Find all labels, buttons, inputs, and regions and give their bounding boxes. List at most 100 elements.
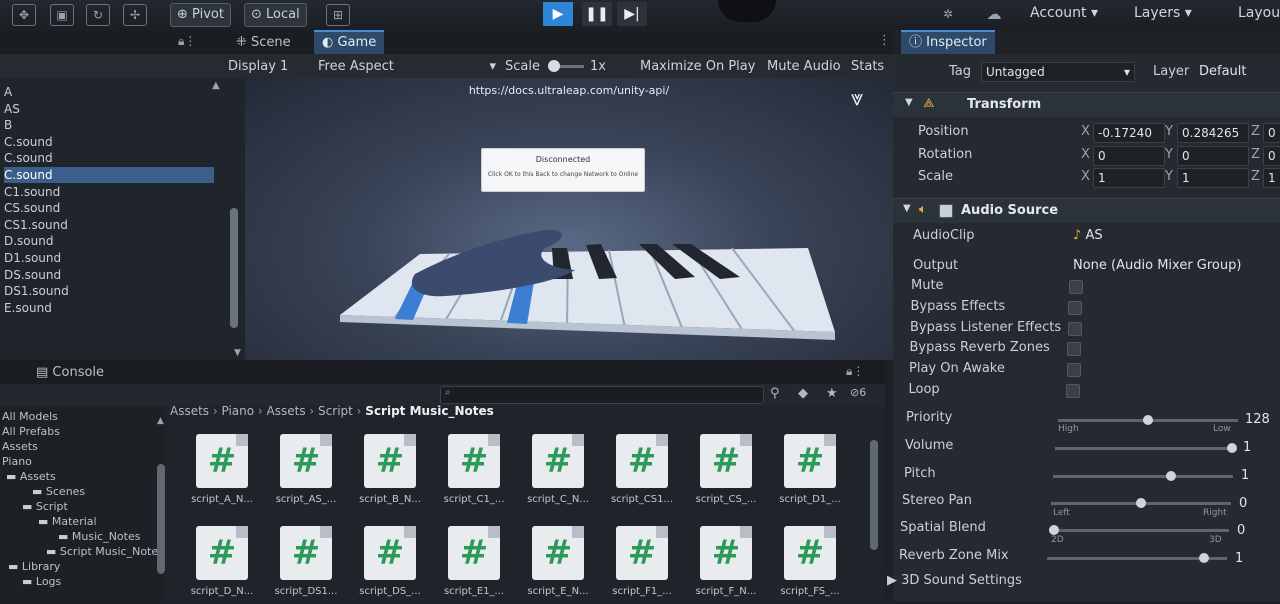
- tree-item-11[interactable]: ▬ Logs: [22, 575, 61, 589]
- script-file[interactable]: # script_D1_...: [770, 434, 850, 512]
- volume-slider-knob[interactable]: [1227, 443, 1237, 453]
- pivot-button[interactable]: ⊕ Pivot: [170, 3, 231, 27]
- hierarchy-item[interactable]: C1.sound: [4, 184, 60, 200]
- script-file[interactable]: # script_FS_...: [770, 526, 850, 604]
- maximize-on-play-toggle[interactable]: Maximize On Play: [640, 57, 755, 77]
- script-file[interactable]: # script_DS_...: [350, 526, 430, 604]
- filter-type-icon[interactable]: ⚲: [770, 386, 780, 401]
- account-dropdown[interactable]: Account ▾: [1030, 5, 1098, 21]
- tree-scrollbar[interactable]: [157, 464, 165, 574]
- reverb-zone-mix-slider-knob[interactable]: [1199, 553, 1209, 563]
- tab-inspector[interactable]: ⓘ Inspector: [901, 30, 995, 54]
- script-file[interactable]: # script_CS1...: [602, 434, 682, 512]
- hand-tool-icon[interactable]: ✥: [12, 4, 36, 26]
- spatial-blend-value[interactable]: 0: [1237, 523, 1245, 538]
- tab-game[interactable]: ◐ Game: [314, 30, 385, 54]
- position-x-field[interactable]: -0.17240: [1093, 123, 1165, 143]
- breadcrumb-item[interactable]: Piano: [222, 404, 255, 418]
- collab-icon[interactable]: ✲: [937, 4, 959, 24]
- spatial-blend-slider-knob[interactable]: [1049, 525, 1059, 535]
- volume-value[interactable]: 1: [1243, 440, 1251, 455]
- rotation-y-field[interactable]: 0: [1177, 145, 1249, 166]
- script-file[interactable]: # script_AS_...: [266, 434, 346, 512]
- hierarchy-item[interactable]: C.sound: [4, 150, 53, 166]
- scale-z-field[interactable]: 1: [1263, 168, 1280, 188]
- scroll-up-icon[interactable]: ▲: [157, 416, 164, 426]
- display-dropdown[interactable]: Display 1: [228, 57, 288, 77]
- 3d-sound-settings-foldout[interactable]: ▶ 3D Sound Settings: [887, 573, 1022, 588]
- hidden-packages-toggle[interactable]: ⊘6: [850, 386, 866, 399]
- favorite-star-icon[interactable]: ★: [826, 386, 838, 401]
- asset-scrollbar[interactable]: [870, 440, 878, 550]
- scale-slider-knob[interactable]: [548, 60, 560, 72]
- tree-item-9[interactable]: ▬ Script Music_Note: [46, 545, 158, 559]
- tree-item-0[interactable]: All Models: [2, 410, 58, 424]
- tree-item-3[interactable]: Piano: [2, 455, 32, 469]
- hierarchy-item[interactable]: D.sound: [4, 233, 53, 249]
- tag-dropdown[interactable]: Untagged ▾: [981, 62, 1135, 82]
- pitch-slider[interactable]: [1053, 475, 1233, 478]
- hierarchy-scrollbar[interactable]: [230, 208, 238, 328]
- lock-icon[interactable]: 🔒︎⋮: [846, 364, 864, 379]
- script-file[interactable]: # script_CS_...: [686, 434, 766, 512]
- script-file[interactable]: # script_C_N...: [518, 434, 598, 512]
- reverb-zone-mix-value[interactable]: 1: [1235, 551, 1243, 566]
- hierarchy-item[interactable]: E.sound: [4, 300, 52, 316]
- aspect-dropdown[interactable]: Free Aspect ▾: [318, 57, 496, 77]
- transform-header[interactable]: ▼ ⟁ Transform: [893, 92, 1280, 117]
- rect-tool-icon[interactable]: ▣: [50, 4, 74, 26]
- pause-button[interactable]: ❚❚: [582, 2, 612, 26]
- label-filter-icon[interactable]: ◆: [798, 386, 808, 401]
- spatial-blend-slider[interactable]: [1049, 529, 1229, 532]
- pitch-slider-knob[interactable]: [1166, 471, 1176, 481]
- more-options-icon[interactable]: ⋮: [878, 33, 891, 48]
- script-file[interactable]: # script_A_N...: [182, 434, 262, 512]
- volume-slider[interactable]: [1055, 447, 1235, 450]
- script-file[interactable]: # script_F1_...: [602, 526, 682, 604]
- script-file[interactable]: # script_C1_...: [434, 434, 514, 512]
- hierarchy-item[interactable]: DS1.sound: [4, 283, 69, 299]
- scroll-up-icon[interactable]: ▲: [212, 80, 220, 91]
- stats-toggle[interactable]: Stats: [851, 57, 884, 77]
- tree-item-6[interactable]: ▬ Script: [22, 500, 68, 514]
- tree-item-2[interactable]: Assets: [2, 440, 38, 454]
- scale-y-field[interactable]: 1: [1177, 168, 1249, 188]
- project-search-input[interactable]: ⌕: [440, 386, 764, 404]
- breadcrumb-item[interactable]: Script: [318, 404, 353, 418]
- pitch-value[interactable]: 1: [1241, 468, 1249, 483]
- tree-item-7[interactable]: ▬ Material: [38, 515, 97, 529]
- toggle-checkbox-1[interactable]: [1068, 300, 1083, 315]
- stereo-pan-slider-knob[interactable]: [1136, 498, 1146, 508]
- hierarchy-item[interactable]: C.sound: [4, 134, 53, 150]
- toggle-checkbox-0[interactable]: [1069, 280, 1083, 294]
- script-file[interactable]: # script_D_N...: [182, 526, 262, 604]
- cloud-icon[interactable]: ☁: [983, 4, 1005, 24]
- tree-item-5[interactable]: ▬ Scenes: [32, 485, 85, 499]
- tree-item-10[interactable]: ▬ Library: [8, 560, 60, 574]
- hierarchy-item[interactable]: AS: [4, 101, 20, 117]
- grid-snap-icon[interactable]: ⊞: [326, 4, 350, 26]
- rotation-x-field[interactable]: 0: [1093, 145, 1165, 166]
- output-field[interactable]: None (Audio Mixer Group): [1073, 258, 1241, 273]
- audio-source-header[interactable]: ▼ 🔈︎ Audio Source: [893, 198, 1280, 223]
- tree-item-4[interactable]: ▬ Assets: [6, 470, 56, 484]
- breadcrumb-item[interactable]: Script Music_Notes: [365, 404, 493, 418]
- hierarchy-item[interactable]: A: [4, 84, 12, 100]
- script-file[interactable]: # script_DS1...: [266, 526, 346, 604]
- breadcrumb-item[interactable]: Assets: [170, 404, 209, 418]
- toggle-checkbox-2[interactable]: [1067, 321, 1082, 336]
- hierarchy-item[interactable]: CS.sound: [4, 200, 60, 216]
- scale-x-field[interactable]: 1: [1093, 168, 1165, 188]
- rotate-tool-icon[interactable]: ↻: [86, 4, 110, 26]
- priority-slider-knob[interactable]: [1143, 415, 1153, 425]
- play-button[interactable]: ▶: [543, 2, 573, 26]
- step-button[interactable]: ▶|: [617, 2, 647, 26]
- toggle-checkbox-5[interactable]: [1066, 384, 1080, 398]
- tab-scene[interactable]: ⁜ Scene: [228, 32, 299, 54]
- layer-dropdown[interactable]: Default: [1199, 64, 1247, 79]
- hierarchy-item[interactable]: B: [4, 117, 12, 133]
- toggle-checkbox-3[interactable]: [1067, 342, 1082, 357]
- script-file[interactable]: # script_B_N...: [350, 434, 430, 512]
- game-view[interactable]: https://docs.ultraleap.com/unity-api/ ⩔ …: [245, 78, 893, 360]
- toggle-checkbox-4[interactable]: [1066, 363, 1081, 378]
